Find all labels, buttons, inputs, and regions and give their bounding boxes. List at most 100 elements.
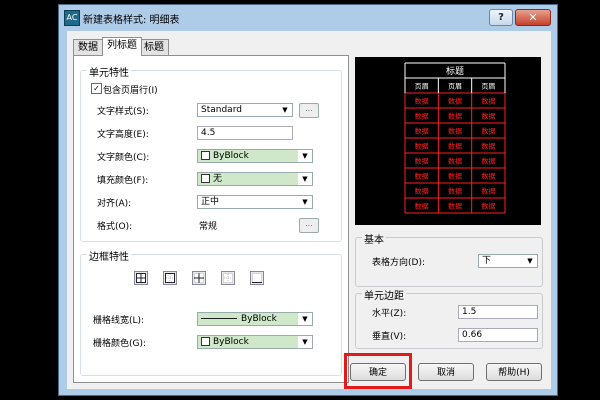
alignment-label: 对齐(A): [97,199,132,209]
group-title: 单元特性 [87,64,131,79]
grid-color-select[interactable]: ByBlock ▼ [197,335,313,349]
format-browse-button[interactable]: ... [299,218,319,233]
tab-data[interactable]: 数据 [73,39,103,55]
grid-color-value: ByBlock [213,337,249,347]
bottom-border-icon[interactable] [250,271,264,285]
preview-data-cell: 数据 [448,157,462,166]
preview-data-cell: 数据 [415,112,429,121]
table-preview: 标题 页眉 页眉 页眉 数据 数据 数据 数据 数据 数据 数据 数据 数据 数据 数据 数据 数据 数据 数据 数据… [355,57,541,225]
preview-data-cell: 数据 [481,157,495,166]
text-height-input[interactable]: 4.5 [197,126,293,140]
preview-data-cell: 数据 [481,172,495,181]
inner-border-icon[interactable] [192,271,206,285]
text-color-select[interactable]: ByBlock ▼ [197,149,313,163]
preview-header-cell: 页眉 [415,83,429,91]
title-bar[interactable]: AC 新建表格样式: 明细表 ? ✕ [59,5,557,29]
group-title: 基本 [362,231,386,246]
preview-data-cell: 数据 [448,142,462,151]
preview-data-cell: 数据 [415,187,429,196]
preview-data-cell: 数据 [415,202,429,211]
preview-data-cell: 数据 [448,127,462,136]
group-title: 边框特性 [87,248,131,263]
vertical-margin-label: 垂直(V): [372,332,407,342]
format-label: 格式(O): [97,222,133,232]
preview-title-text: 标题 [446,65,464,77]
text-color-label: 文字颜色(C): [97,153,150,163]
cell-properties-group: 单元特性 ✓ 包含页眉行(I) 文字样式(S): Standard ▼ ... … [80,64,342,242]
cancel-button[interactable]: 取消 [418,363,474,381]
fill-color-label: 填充颜色(F): [97,176,149,186]
fill-color-value: 无 [213,174,223,184]
vertical-margin-input[interactable]: 0.66 [458,328,538,342]
table-direction-select[interactable]: 下 ▼ [478,254,538,268]
preview-header-cell: 页眉 [481,83,495,91]
line-sample [201,318,237,319]
horizontal-margin-label: 水平(Z): [372,309,407,319]
window-title: 新建表格样式: 明细表 [83,15,180,26]
ok-button-highlight [344,353,412,389]
text-style-browse-button[interactable]: ... [299,103,319,118]
chevron-down-icon: ▼ [298,313,312,325]
dialog-client: 数据 列标题 标题 单元特性 ✓ 包含页眉行(I) 文字样式(S): Stand… [67,31,551,389]
app-icon: AC [64,10,80,26]
preview-data-cell: 数据 [448,97,462,106]
outer-border-icon[interactable] [163,271,177,285]
color-swatch [201,337,210,346]
help-title-button[interactable]: ? [489,9,513,26]
preview-header-cell: 页眉 [448,83,462,91]
preview-data-cell: 数据 [481,97,495,106]
chevron-down-icon: ▼ [298,173,312,185]
color-swatch [201,151,210,160]
chevron-down-icon: ▼ [298,336,312,348]
basic-group: 基本 表格方向(D): 下 ▼ [355,231,543,287]
all-borders-icon[interactable] [134,271,148,285]
text-style-label: 文字样式(S): [97,107,149,117]
preview-data-cell: 数据 [481,202,495,211]
chevron-down-icon: ▼ [298,196,312,208]
preview-data-cell: 数据 [481,187,495,196]
chevron-down-icon: ▼ [278,104,292,116]
preview-data-cell: 数据 [415,142,429,151]
preview-data-cell: 数据 [448,202,462,211]
table-direction-value: 下 [482,256,492,266]
preview-data-cell: 数据 [448,112,462,121]
table-direction-label: 表格方向(D): [372,258,425,268]
preview-data-cell: 数据 [448,172,462,181]
chevron-down-icon: ▼ [298,150,312,162]
preview-data-cell: 数据 [415,172,429,181]
close-button[interactable]: ✕ [515,9,551,26]
tab-column-header[interactable]: 列标题 [102,37,142,56]
preview-data-cell: 数据 [415,157,429,166]
grid-lineweight-value: ByBlock [241,314,277,324]
format-value: 常规 [199,222,218,232]
alignment-select[interactable]: 正中 ▼ [197,195,313,209]
include-header-checkbox[interactable]: ✓ [91,83,102,94]
grid-color-label: 栅格颜色(G): [93,339,147,349]
tab-panel: 单元特性 ✓ 包含页眉行(I) 文字样式(S): Standard ▼ ... … [73,55,349,383]
border-buttons-row [134,265,284,291]
alignment-value: 正中 [201,197,220,207]
text-style-value: Standard [201,105,242,115]
preview-data-cell: 数据 [415,97,429,106]
preview-data-cell: 数据 [448,187,462,196]
horizontal-margin-input[interactable]: 1.5 [458,305,538,319]
preview-table: 标题页眉 页眉 页眉数据 数据 数据数据 数据 数据数据 数据 数据数据 数据 数据数据 数据 数据数据… [404,62,506,214]
text-style-select[interactable]: Standard ▼ [197,103,293,117]
preview-data-cell: 数据 [481,112,495,121]
no-border-icon[interactable] [221,271,235,285]
tab-title[interactable]: 标题 [139,39,169,55]
group-title: 单元边距 [362,287,406,302]
grid-lineweight-select[interactable]: ByBlock ▼ [197,312,313,326]
border-properties-group: 边框特性 栅格线宽(L): ByBlock ▼ 栅格颜色(G): ByBlock… [80,248,342,376]
fill-color-select[interactable]: 无 ▼ [197,172,313,186]
text-color-value: ByBlock [213,151,249,161]
dialog-window: AC 新建表格样式: 明细表 ? ✕ 数据 列标题 标题 单元特性 ✓ 包含页眉… [58,4,558,396]
cell-margins-group: 单元边距 水平(Z): 1.5 垂直(V): 0.66 [355,287,543,349]
chevron-down-icon: ▼ [523,255,537,267]
preview-data-cell: 数据 [481,127,495,136]
text-height-label: 文字高度(E): [97,130,149,140]
preview-data-cell: 数据 [415,127,429,136]
help-button[interactable]: 帮助(H) [486,363,542,381]
preview-data-cell: 数据 [481,142,495,151]
include-header-label: 包含页眉行(I) [103,86,158,96]
